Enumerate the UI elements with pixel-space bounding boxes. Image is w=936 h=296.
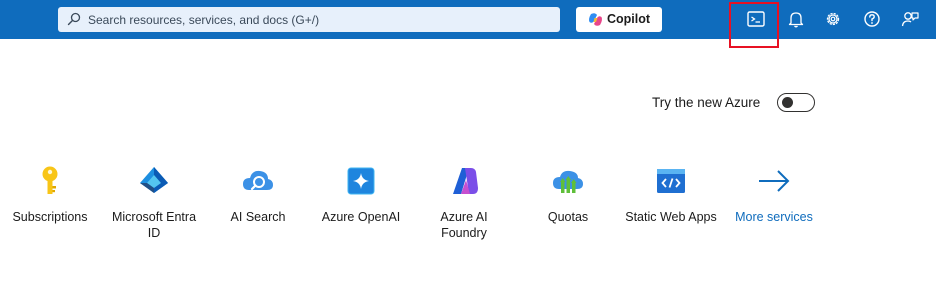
top-bar: Search resources, services, and docs (G+… [0,0,936,39]
service-label: Azure AI Foundry [440,210,488,240]
search-placeholder: Search resources, services, and docs (G+… [88,13,320,27]
service-ai-search[interactable]: AI Search [210,164,306,225]
help-question-icon[interactable] [862,9,882,29]
try-new-azure-label: Try the new Azure [652,95,761,110]
service-label: Microsoft Entra ID [111,210,197,240]
key-icon [42,166,58,194]
service-azure-openai[interactable]: Azure OpenAI [313,164,409,225]
service-label: Subscriptions [12,210,88,224]
copilot-label: Copilot [607,12,651,26]
ai-foundry-icon [453,168,478,194]
cloud-shell-highlight [729,2,779,48]
entra-id-icon [140,167,168,193]
service-quotas[interactable]: Quotas [520,164,616,225]
service-more-services[interactable]: More services [726,164,822,225]
quotas-icon [553,170,583,193]
service-label: More services [735,210,813,224]
service-label: Static Web Apps [625,210,717,224]
service-static-web-apps[interactable]: Static Web Apps [623,164,719,225]
search-icon [67,12,81,26]
feedback-person-icon[interactable] [900,9,920,29]
search-input[interactable]: Search resources, services, and docs (G+… [58,7,560,32]
settings-gear-icon[interactable] [823,9,843,29]
service-microsoft-entra-id[interactable]: Microsoft Entra ID [106,164,202,241]
toggle-knob [782,97,793,108]
arrow-right-icon [759,170,790,192]
service-label: AI Search [230,210,286,224]
service-label: Azure OpenAI [321,210,401,224]
ai-search-icon [243,170,273,191]
service-subscriptions[interactable]: Subscriptions [2,164,98,225]
copilot-icon [589,13,602,26]
notifications-bell-icon[interactable] [786,9,806,29]
static-web-apps-icon [657,169,685,193]
openai-icon [347,167,375,195]
copilot-button[interactable]: Copilot [576,7,662,32]
service-azure-ai-foundry[interactable]: Azure AI Foundry [416,164,512,241]
service-label: Quotas [547,210,589,224]
try-new-azure-toggle[interactable] [777,93,815,112]
